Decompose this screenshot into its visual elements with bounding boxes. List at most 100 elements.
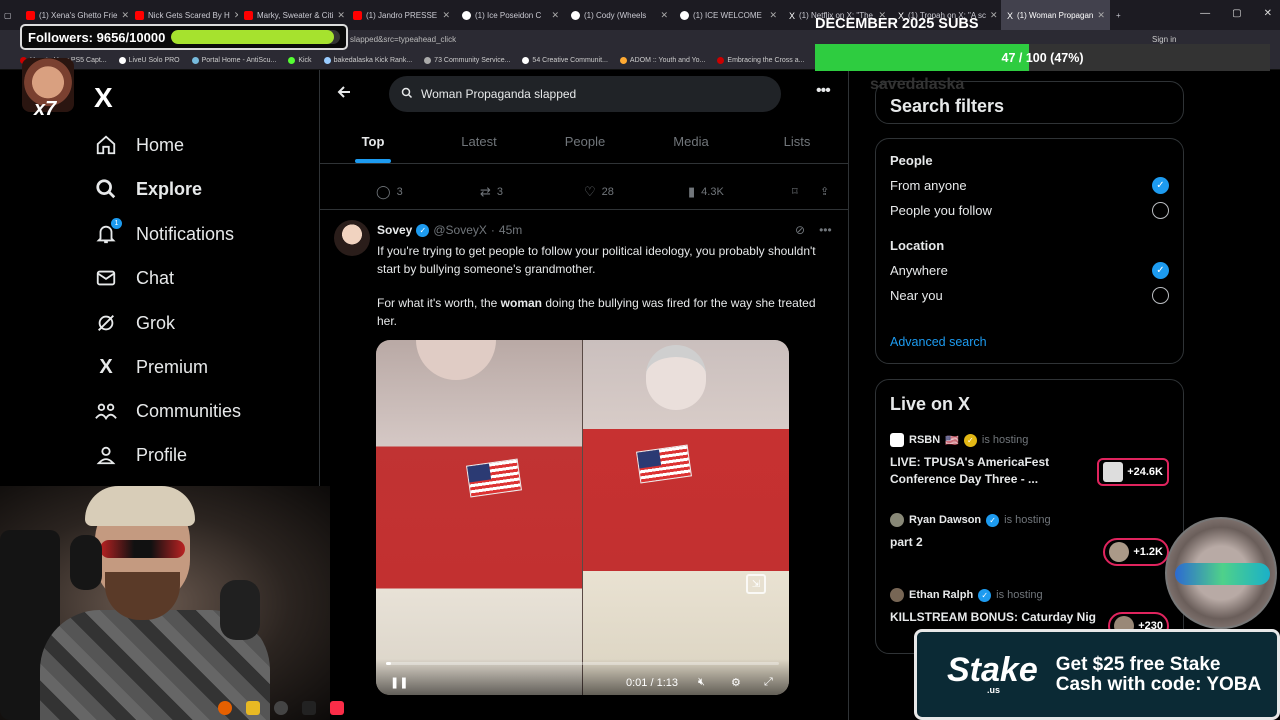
bookmark[interactable]: bakedalaska Kick Rank... [323, 57, 412, 64]
close-tab-icon[interactable]: ✕ [1097, 10, 1105, 21]
filter-option[interactable]: Anywhere ✓ [890, 262, 1169, 279]
taskbar [210, 696, 370, 720]
browser-tab[interactable]: (1) Ice Poseidon C ✕ [456, 0, 565, 30]
browser-tab[interactable]: (1) ICE WELCOME ✕ [674, 0, 783, 30]
author-handle[interactable]: @SoveyX [433, 223, 487, 237]
fullscreen-icon[interactable]: ⤢ [764, 676, 773, 689]
minimize-icon[interactable]: — [1200, 8, 1210, 19]
tab-latest[interactable]: Latest [426, 120, 532, 163]
nav-explore[interactable]: Explore [94, 177, 202, 201]
bookmark[interactable]: 54 Creative Communit... [522, 57, 608, 64]
mute-icon[interactable]: 🔇︎ [698, 676, 705, 689]
browser-tab-active[interactable]: X (1) Woman Propagan ✕ [1001, 0, 1110, 30]
radio-button[interactable] [1152, 287, 1169, 304]
nav-profile[interactable]: Profile [94, 443, 187, 467]
picture-in-picture-icon[interactable]: ⇲ [746, 574, 766, 594]
nav-communities[interactable]: Communities [94, 399, 241, 423]
tab-lists[interactable]: Lists [744, 120, 848, 163]
folder-icon[interactable] [246, 701, 260, 715]
x-icon: X [789, 10, 796, 21]
close-tab-icon[interactable]: ✕ [990, 10, 998, 21]
browser-tab[interactable]: (1) Cody (Wheels ✕ [565, 0, 674, 30]
kick-icon [462, 10, 471, 20]
stake-logo: Stake .us [947, 650, 1038, 695]
search-bar[interactable]: Woman Propaganda slapped [389, 76, 781, 112]
avatar[interactable] [334, 220, 370, 256]
maximize-icon[interactable]: ▢ [1232, 8, 1241, 19]
close-window-icon[interactable]: ✕ [1264, 8, 1272, 19]
bookmark[interactable]: LiveU Solo PRO [118, 57, 180, 64]
sign-in-button[interactable]: Sign in [1152, 35, 1176, 44]
subs-progress-bar: 47 / 100 (47%) [815, 44, 1270, 71]
back-arrow-icon[interactable] [336, 84, 352, 105]
radio-button[interactable] [1152, 202, 1169, 219]
obs-icon[interactable] [274, 701, 288, 715]
nav-home[interactable]: Home [94, 133, 184, 157]
close-tab-icon[interactable]: ✕ [769, 10, 777, 21]
us-flag-icon: 🇺🇸︎ [945, 434, 959, 447]
live-item[interactable]: RSBN 🇺🇸︎ ✓ is hosting LIVE: TPUSA's America… [890, 433, 1090, 488]
app-icon[interactable] [302, 701, 316, 715]
more-options-icon[interactable]: ••• [816, 82, 831, 100]
checkmark-icon[interactable]: ✓ [1152, 177, 1169, 194]
new-tab-icon[interactable]: + [1110, 0, 1134, 30]
live-item[interactable]: Ryan Dawson ✓ is hosting part 2 [890, 513, 1090, 551]
streamer-sunglasses [100, 540, 185, 558]
post-time[interactable]: 45m [499, 223, 522, 237]
url-text[interactable]: slapped&src=typeahead_click [350, 35, 456, 44]
close-tab-icon[interactable]: ✕ [121, 10, 129, 21]
bookmark[interactable]: ADOM :: Youth and Yo... [619, 57, 705, 64]
tab-top[interactable]: Top [320, 120, 426, 163]
share-icon[interactable]: ⇪ [820, 185, 840, 198]
checkmark-icon[interactable]: ✓ [1152, 262, 1169, 279]
post-header-icons: ⊘ ••• [795, 223, 832, 237]
listener-count-button[interactable]: +24.6K [1097, 458, 1169, 486]
browser-tab[interactable]: (1) Jandro PRESSE ✕ [347, 0, 456, 30]
avatar-sunglasses [1175, 563, 1270, 585]
bookmark-icon [522, 57, 530, 64]
live-item[interactable]: Ethan Ralph ✓ is hosting KILLSTREAM BONUS:… [890, 588, 1096, 626]
search-input[interactable]: Woman Propaganda slapped [421, 87, 576, 101]
nav-grok[interactable]: Grok [94, 311, 175, 335]
views-button[interactable]: ▮ 4.3K [688, 184, 792, 200]
nav-notifications[interactable]: 1 Notifications [94, 218, 234, 246]
grok-icon[interactable]: ⊘ [795, 223, 805, 237]
firefox-icon[interactable] [218, 701, 232, 715]
bookmark[interactable]: Kick [288, 57, 312, 64]
x-logo[interactable]: X [94, 82, 113, 114]
bookmark[interactable]: Embracing the Cross a... [717, 57, 804, 64]
filter-option[interactable]: Near you [890, 287, 1169, 304]
reply-button[interactable]: ◯ 3 [376, 184, 480, 200]
more-options-icon[interactable]: ••• [819, 223, 832, 237]
emote-multiplier: x7 [34, 98, 57, 120]
filter-option[interactable]: People you follow [890, 202, 1169, 219]
tab-list-icon[interactable]: ▢ [0, 0, 20, 30]
listener-avatar [1103, 462, 1124, 482]
close-tab-icon[interactable]: ✕ [660, 10, 668, 21]
bookmark[interactable]: Portal Home - AntiScu... [191, 57, 276, 64]
bookmark[interactable]: 73 Community Service... [424, 57, 510, 64]
bookmark-icon[interactable]: ⌑ [792, 185, 820, 198]
video-player[interactable]: ⇲ ❚❚ 0:01 / 1:13 🔇︎ ⚙ ⤢ [376, 340, 789, 695]
search-filters-panel: People From anyone ✓ People you follow Lo… [875, 138, 1184, 364]
subs-goal-title: DECEMBER 2025 SUBS [815, 16, 979, 32]
close-tab-icon[interactable]: ✕ [442, 10, 450, 21]
tab-people[interactable]: People [532, 120, 638, 163]
filter-option[interactable]: From anyone ✓ [890, 177, 1169, 194]
like-button[interactable]: ♡ 28 [584, 184, 688, 200]
video-progress-bar[interactable] [386, 662, 779, 665]
repost-button[interactable]: ⇄ 3 [480, 184, 584, 200]
subs-progress-text: 47 / 100 (47%) [1001, 50, 1084, 65]
pause-icon[interactable]: ❚❚ [390, 676, 408, 689]
close-tab-icon[interactable]: ✕ [551, 10, 559, 21]
close-tab-icon[interactable]: ✕ [337, 10, 345, 21]
settings-icon[interactable]: ⚙ [731, 676, 741, 689]
author-name[interactable]: Sovey [377, 223, 412, 237]
music-icon[interactable] [330, 701, 344, 715]
nav-chat[interactable]: Chat [94, 266, 174, 290]
nav-premium[interactable]: X Premium [94, 355, 208, 379]
followers-progress-bar [171, 30, 340, 44]
tab-media[interactable]: Media [638, 120, 744, 163]
listener-count-button[interactable]: +1.2K [1103, 538, 1169, 566]
advanced-search-link[interactable]: Advanced search [890, 335, 1169, 349]
